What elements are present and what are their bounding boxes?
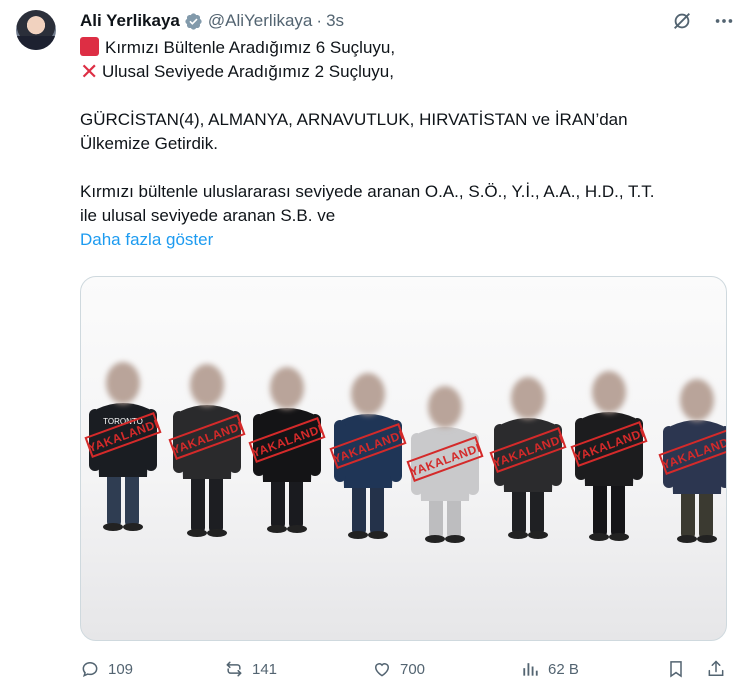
person-leg — [271, 474, 285, 529]
person-shoe — [609, 533, 629, 541]
action-bar: 109 141 700 62 B — [80, 656, 730, 682]
share-button[interactable] — [706, 656, 726, 682]
lineup-photo: TORONTOYAKALANDI YAKALANDI YAKALANDI YAKALA… — [84, 362, 726, 543]
person-shoe — [123, 523, 143, 531]
blurred-face — [680, 379, 714, 421]
person-leg — [191, 471, 205, 533]
tweet-line: Kırmızı Bültenle Aradığımız 6 Suçluyu, — [105, 38, 396, 57]
person-leg — [107, 469, 121, 527]
tweet-line: Kırmızı bültenle uluslararası seviyede a… — [80, 182, 655, 201]
author-handle[interactable]: @AliYerlikaya — [208, 11, 313, 31]
grok-icon[interactable] — [670, 9, 694, 33]
reply-button[interactable]: 109 — [80, 656, 133, 682]
blurred-face — [190, 364, 224, 406]
tweet-line: Ülkemize Getirdik. — [80, 134, 218, 153]
views-count: 62 B — [548, 660, 579, 678]
person-shoe — [267, 525, 287, 533]
person-shoe — [287, 525, 307, 533]
views-icon — [523, 663, 538, 676]
person-shoe — [425, 535, 445, 543]
person-shoe — [187, 529, 207, 537]
reply-icon — [82, 661, 98, 678]
person-leg — [370, 480, 384, 535]
person-leg — [593, 478, 607, 537]
show-more-link[interactable]: Daha fazla göster — [80, 230, 213, 249]
person-shoe — [207, 529, 227, 537]
share-icon — [708, 660, 724, 676]
avatar[interactable] — [16, 10, 56, 50]
person-shoe — [508, 531, 528, 539]
person-leg — [611, 478, 625, 537]
blurred-face — [270, 367, 304, 409]
person-leg — [352, 480, 366, 535]
reply-count: 109 — [108, 660, 134, 678]
person-leg — [209, 471, 223, 533]
person-shoe — [677, 535, 697, 543]
tweet-line: Ulusal Seviyede Aradığımız 2 Suçluyu, — [102, 62, 394, 81]
tweet-media-image[interactable]: TORONTO YAKALANDI YAKALANDI YAKALANDI YAKALA… — [80, 276, 727, 641]
blurred-face — [592, 371, 626, 413]
blurred-face — [511, 377, 545, 419]
tweet-line: ile ulusal seviyede aranan S.B. ve — [80, 206, 336, 225]
person-shoe — [348, 531, 368, 539]
separator: · — [316, 11, 323, 30]
blurred-face — [351, 373, 385, 415]
person-leg — [289, 474, 303, 529]
more-icon[interactable] — [712, 9, 736, 33]
person-shoe — [697, 535, 717, 543]
tweet-text: Kırmızı Bültenle Aradığımız 6 Suçluyu, ✕… — [80, 36, 730, 252]
tweet-line: GÜRCİSTAN(4), ALMANYA, ARNAVUTLUK, HIRVA… — [80, 110, 628, 129]
bookmark-button[interactable] — [666, 656, 686, 682]
heart-icon — [374, 663, 390, 677]
timestamp[interactable]: 3s — [326, 11, 344, 31]
bookmark-icon — [670, 661, 682, 678]
person-shoe — [103, 523, 123, 531]
cross-mark-emoji-icon: ✕ — [80, 59, 99, 84]
like-button[interactable]: 700 — [372, 656, 425, 682]
repost-button[interactable]: 141 — [224, 656, 277, 682]
author-name[interactable]: Ali Yerlikaya — [80, 11, 180, 31]
views-button[interactable]: 62 B — [520, 656, 579, 682]
person-leg — [125, 469, 139, 527]
red-square-emoji-icon — [80, 37, 99, 56]
person-shoe — [445, 535, 465, 543]
verified-badge-icon — [185, 12, 202, 30]
repost-count: 141 — [252, 660, 278, 678]
repost-icon — [226, 661, 242, 677]
person-shoe — [589, 533, 609, 541]
blurred-face — [428, 386, 462, 428]
tweet-header: Ali Yerlikaya @AliYerlikaya · 3s — [80, 9, 750, 33]
person-shoe — [368, 531, 388, 539]
person-shoe — [528, 531, 548, 539]
blurred-face — [106, 362, 140, 404]
like-count: 700 — [400, 660, 426, 678]
